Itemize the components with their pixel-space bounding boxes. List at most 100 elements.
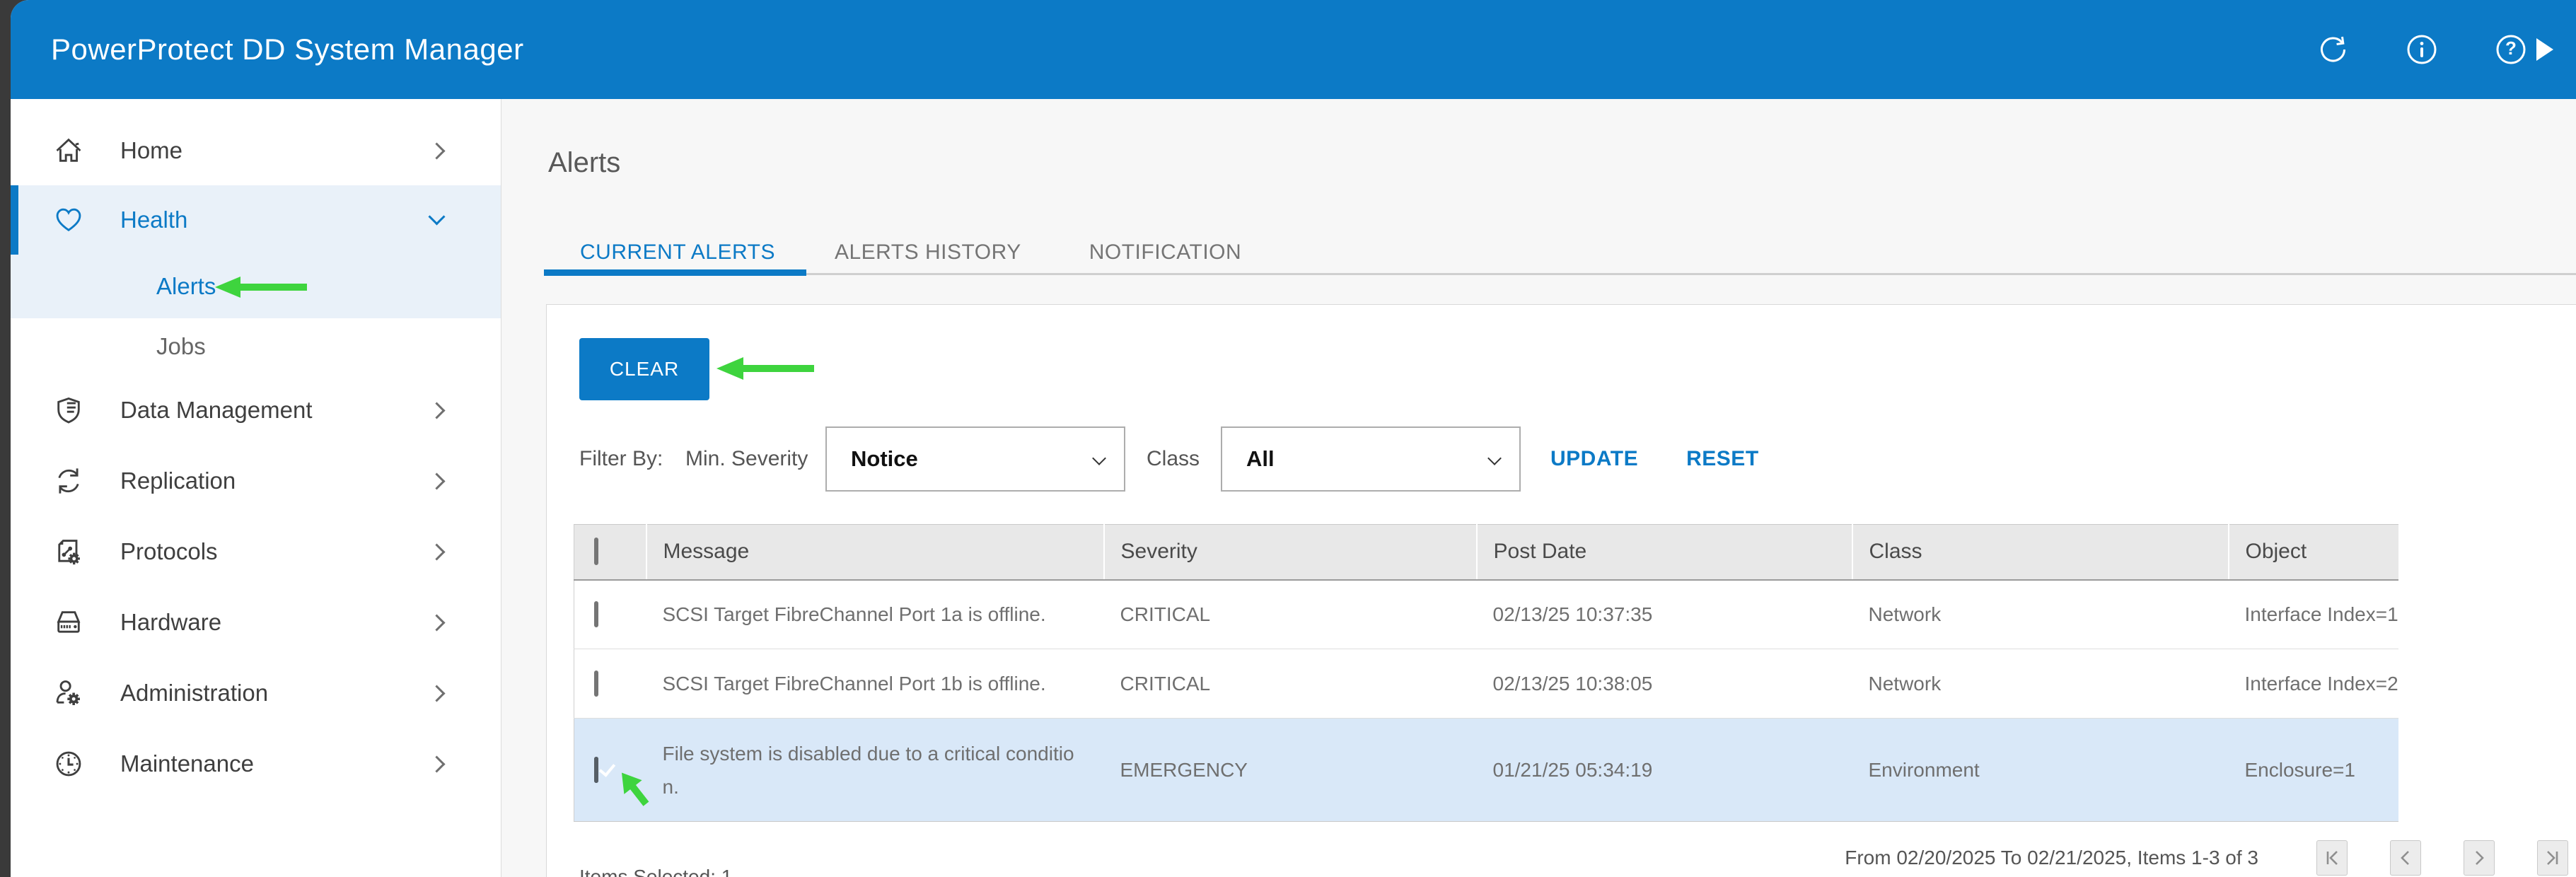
pagination: From 02/20/2025 To 02/21/2025, Items 1-3… [1845, 840, 2568, 876]
home-icon [53, 135, 84, 166]
cell-severity: CRITICAL [1104, 580, 1477, 649]
sidebar-item-home[interactable]: Home [11, 116, 501, 185]
chevron-right-icon [428, 755, 445, 772]
app-header: PowerProtect DD System Manager ? [11, 0, 2576, 99]
update-button[interactable]: UPDATE [1550, 447, 1638, 471]
row-checkbox-checked[interactable] [594, 757, 598, 783]
alerts-panel: CLEAR Filter By: Min. Severity Notice Cl… [546, 304, 2576, 877]
class-select[interactable]: All [1221, 426, 1521, 492]
annotation-cursor-arrow [615, 769, 657, 823]
chevron-right-icon [428, 543, 445, 560]
annotation-arrow-clear [715, 355, 816, 382]
sidebar-subitem-label: Alerts [156, 273, 216, 300]
help-icon[interactable]: ? [2495, 34, 2526, 65]
user-gear-icon [53, 678, 84, 709]
table-row[interactable]: SCSI Target FibreChannel Port 1b is offl… [574, 649, 2398, 719]
sidebar-item-jobs[interactable]: Jobs [11, 318, 501, 375]
reset-button[interactable]: RESET [1686, 447, 1759, 471]
filter-bar: Filter By: Min. Severity Notice Class Al… [579, 426, 1759, 492]
select-all-checkbox[interactable] [594, 538, 598, 565]
sidebar-item-data-management[interactable]: Data Management [11, 375, 501, 446]
cell-post-date: 02/13/25 10:38:05 [1477, 649, 1852, 719]
previous-page-button[interactable] [2390, 840, 2421, 876]
sidebar-item-label: Replication [120, 467, 236, 494]
class-value: All [1246, 446, 1275, 472]
svg-text:?: ? [2505, 37, 2517, 59]
cell-post-date: 02/13/25 10:37:35 [1477, 580, 1852, 649]
next-page-button[interactable] [2464, 840, 2495, 876]
document-gear-icon [53, 536, 84, 567]
cell-severity: EMERGENCY [1104, 719, 1477, 822]
tabstrip-divider [544, 273, 2576, 275]
sidebar-item-alerts[interactable]: Alerts [11, 255, 501, 318]
sidebar: Home Health Alerts Jobs [11, 99, 501, 877]
filter-by-label: Filter By: [579, 447, 685, 471]
header-actions: ? [2319, 0, 2576, 99]
chevron-down-icon [1487, 451, 1502, 465]
sidebar-item-hardware[interactable]: Hardware [11, 587, 501, 658]
sidebar-item-health[interactable]: Health [11, 185, 501, 255]
cell-message: SCSI Target FibreChannel Port 1b is offl… [646, 649, 1104, 719]
table-row-selected[interactable]: File system is disabled due to a critica… [574, 719, 2398, 822]
heart-icon [53, 204, 84, 236]
tab-current-alerts[interactable]: CURRENT ALERTS [580, 240, 775, 265]
storage-icon [53, 607, 84, 638]
min-severity-label: Min. Severity [685, 447, 825, 471]
table-header-row: Message Severity Post Date Class Object [574, 525, 2398, 580]
cell-severity: CRITICAL [1104, 649, 1477, 719]
sidebar-item-label: Protocols [120, 538, 218, 565]
sync-icon [53, 465, 84, 496]
sidebar-item-label: Maintenance [120, 750, 254, 777]
info-icon[interactable] [2406, 34, 2437, 65]
cell-message: File system is disabled due to a critica… [646, 719, 1104, 822]
chevron-right-icon [428, 685, 445, 702]
sidebar-item-label: Health [120, 207, 187, 233]
sidebar-group-health: Health Alerts [11, 185, 501, 318]
last-page-button[interactable] [2537, 840, 2568, 876]
class-label: Class [1147, 447, 1221, 471]
alerts-table: Message Severity Post Date Class Object … [574, 524, 2398, 822]
clear-button[interactable]: CLEAR [579, 338, 709, 400]
app-title: PowerProtect DD System Manager [51, 0, 524, 99]
sidebar-item-label: Hardware [120, 609, 221, 636]
sidebar-item-protocols[interactable]: Protocols [11, 516, 501, 587]
min-severity-value: Notice [851, 446, 918, 472]
page-title: Alerts [548, 147, 620, 179]
column-header-severity: Severity [1104, 525, 1477, 580]
sidebar-item-replication[interactable]: Replication [11, 446, 501, 516]
table-row[interactable]: SCSI Target FibreChannel Port 1a is offl… [574, 580, 2398, 649]
row-checkbox[interactable] [594, 601, 598, 627]
pagination-range-label: From 02/20/2025 To 02/21/2025, Items 1-3… [1845, 847, 2258, 869]
row-checkbox[interactable] [594, 670, 598, 697]
active-tab-underline [544, 269, 806, 276]
chevron-right-icon [428, 402, 445, 419]
app-window: PowerProtect DD System Manager ? Home [11, 0, 2576, 877]
tab-alerts-history[interactable]: ALERTS HISTORY [835, 240, 1021, 265]
sidebar-item-administration[interactable]: Administration [11, 658, 501, 728]
tab-bar: CURRENT ALERTS ALERTS HISTORY NOTIFICATI… [580, 240, 1241, 265]
min-severity-select[interactable]: Notice [825, 426, 1125, 492]
sidebar-subitem-label: Jobs [156, 333, 206, 360]
refresh-icon[interactable] [2319, 35, 2348, 64]
caret-right-icon[interactable] [2536, 38, 2553, 61]
cell-class: Environment [1852, 719, 2229, 822]
cell-object: Interface Index=1 [2229, 580, 2398, 649]
first-page-button[interactable] [2316, 840, 2348, 876]
chevron-right-icon [428, 614, 445, 631]
shield-icon [53, 395, 84, 426]
tab-notification[interactable]: NOTIFICATION [1089, 240, 1241, 265]
cell-object: Enclosure=1 [2229, 719, 2398, 822]
column-header-message: Message [646, 525, 1104, 580]
column-header-post-date: Post Date [1477, 525, 1852, 580]
clock-icon [53, 748, 84, 779]
cell-class: Network [1852, 649, 2229, 719]
column-header-object: Object [2229, 525, 2398, 580]
sidebar-item-label: Home [120, 137, 182, 164]
chevron-right-icon [428, 472, 445, 489]
sidebar-item-label: Administration [120, 680, 268, 707]
chevron-right-icon [428, 142, 445, 159]
sidebar-item-maintenance[interactable]: Maintenance [11, 728, 501, 799]
annotation-arrow-alerts [214, 274, 308, 300]
cell-object: Interface Index=2 [2229, 649, 2398, 719]
cell-message: SCSI Target FibreChannel Port 1a is offl… [646, 580, 1104, 649]
